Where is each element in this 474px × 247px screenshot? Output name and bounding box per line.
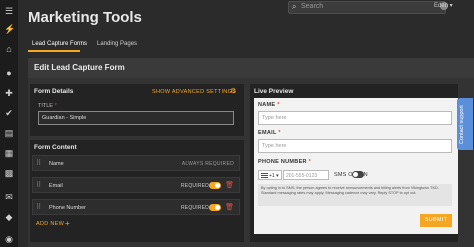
- trash-icon[interactable]: 🗑: [225, 181, 234, 189]
- user-plus-icon[interactable]: ✚: [4, 88, 14, 98]
- field-label: Email: [49, 183, 63, 189]
- tab-lead-capture-forms[interactable]: Lead Capture Forms: [32, 41, 87, 47]
- drag-handle-icon[interactable]: ⠿: [36, 159, 41, 167]
- sms-opt-in-toggle[interactable]: [352, 171, 364, 178]
- live-preview-heading: Live Preview: [254, 88, 294, 95]
- form-content-heading: Form Content: [34, 144, 77, 151]
- home-icon[interactable]: ⌂: [4, 44, 14, 54]
- tag-icon[interactable]: ◆: [4, 212, 14, 222]
- show-advanced-settings-button[interactable]: SHOW ADVANCED SETTINGS: [152, 89, 236, 95]
- edit-title: Edit Lead Capture Form: [34, 63, 125, 72]
- country-code-select[interactable]: +1 ▾: [258, 170, 282, 180]
- clipboard-icon[interactable]: ▤: [4, 128, 14, 138]
- title-label: TITLE *: [38, 103, 57, 109]
- user-circle-icon[interactable]: ◉: [4, 234, 14, 244]
- phone-label: PHONE NUMBER *: [258, 159, 312, 165]
- search-icon: ⌕: [292, 2, 297, 11]
- grid-icon[interactable]: ▩: [4, 168, 14, 178]
- sidebar: ☰ ⚡ ⌂ ● ✚ ✔ ▤ ▦ ▩ ✉ ◆ ◉: [0, 0, 18, 247]
- drag-handle-icon[interactable]: ⠿: [36, 181, 41, 189]
- gear-icon[interactable]: ⚙: [230, 87, 236, 95]
- field-row-name[interactable]: ⠿ Name ALWAYS REQUIRED: [32, 155, 240, 171]
- contact-support-label: Contact support: [459, 105, 465, 144]
- tab-landing-pages[interactable]: Landing Pages: [97, 41, 137, 47]
- preview-phone-input[interactable]: 201-555-0123: [283, 170, 329, 180]
- search-placeholder: Search: [301, 3, 324, 10]
- trash-icon[interactable]: 🗑: [225, 203, 234, 211]
- edit-header: Edit Lead Capture Form: [28, 58, 474, 78]
- submit-button[interactable]: SUBMIT: [420, 214, 452, 227]
- preview-email-input[interactable]: Type here: [258, 139, 452, 153]
- calendar-icon[interactable]: ▦: [4, 148, 14, 158]
- page-title: Marketing Tools: [28, 9, 142, 26]
- email-label: EMAIL *: [258, 130, 281, 136]
- search-input[interactable]: ⌕ Search: [288, 1, 446, 14]
- field-label: Name: [49, 161, 64, 167]
- form-details-heading: Form Details: [34, 88, 74, 95]
- sms-disclaimer: By opting in to SMS, the person agrees t…: [258, 184, 452, 206]
- plus-icon[interactable]: +: [65, 219, 70, 228]
- users-icon[interactable]: ●: [4, 68, 14, 78]
- chat-icon[interactable]: ✉: [4, 192, 14, 202]
- user-name: Eden: [434, 3, 449, 9]
- field-row-phone[interactable]: ⠿ Phone Number REQUIRED 🗑: [32, 199, 240, 215]
- bolt-icon[interactable]: ⚡: [4, 24, 15, 34]
- title-input[interactable]: Guardian - Simple: [38, 111, 234, 125]
- required-label: REQUIRED: [181, 183, 209, 189]
- preview-name-input[interactable]: Type here: [258, 111, 452, 125]
- required-label: REQUIRED: [181, 205, 209, 211]
- contact-support-tab[interactable]: Contact support: [457, 98, 473, 150]
- drag-handle-icon[interactable]: ⠿: [36, 203, 41, 211]
- us-flag-icon: [261, 173, 268, 179]
- always-required-label: ALWAYS REQUIRED: [181, 161, 234, 167]
- field-label: Phone Number: [49, 205, 86, 211]
- field-row-email[interactable]: ⠿ Email REQUIRED 🗑: [32, 177, 240, 193]
- user-menu[interactable]: Eden ▾: [434, 2, 453, 9]
- required-toggle[interactable]: [209, 204, 221, 211]
- user-check-icon[interactable]: ✔: [4, 108, 14, 118]
- menu-icon[interactable]: ☰: [4, 6, 14, 16]
- add-new-button[interactable]: ADD NEW: [36, 221, 64, 227]
- active-tab-indicator: [28, 50, 80, 52]
- required-toggle[interactable]: [209, 182, 221, 189]
- name-label: NAME *: [258, 102, 280, 108]
